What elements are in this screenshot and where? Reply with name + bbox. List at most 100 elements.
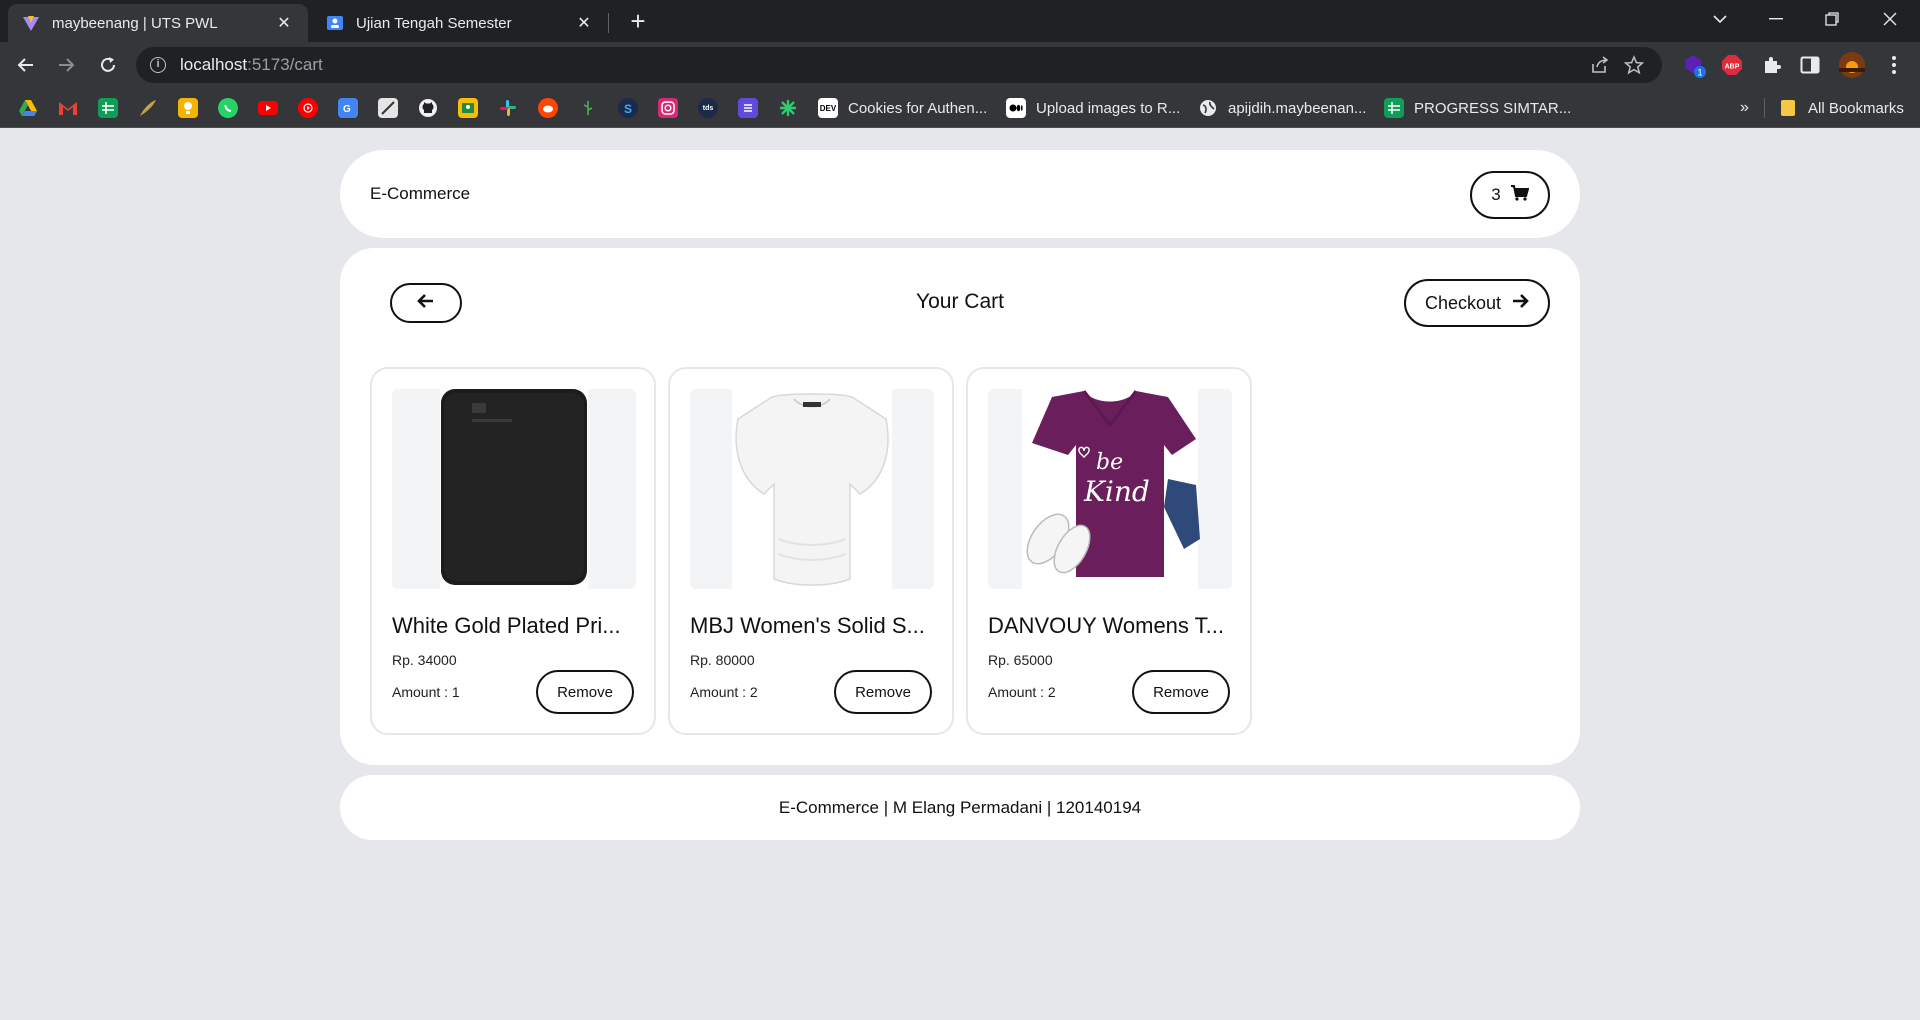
checkout-label: Checkout	[1424, 292, 1502, 313]
product-amount: Amount : 2	[988, 684, 1056, 700]
extensions-puzzle-icon[interactable]	[1758, 51, 1786, 79]
reload-icon[interactable]	[92, 49, 124, 81]
tab-close-icon[interactable]: ✕	[274, 13, 294, 33]
google-translate-icon[interactable]: G	[338, 98, 358, 118]
svg-text:G: G	[343, 104, 351, 115]
cart-item-card: be Kind DANVOUY Womens T... Rp. 65000 Am…	[966, 367, 1252, 735]
tab-active[interactable]: maybeenang | UTS PWL ✕	[8, 4, 308, 42]
app-header: E-Commerce 3	[340, 150, 1580, 238]
slack-icon[interactable]	[498, 98, 518, 118]
site-info-icon[interactable]: i	[150, 57, 166, 73]
all-bookmarks-label: All Bookmarks	[1808, 99, 1904, 117]
adblock-plus-icon[interactable]: ABP	[1718, 51, 1746, 79]
browser-tabstrip: maybeenang | UTS PWL ✕ Ujian Tengah Seme…	[0, 0, 1920, 42]
feather-icon[interactable]	[138, 98, 158, 118]
github-icon[interactable]	[418, 98, 438, 118]
bookmark-label: apijdih.maybeenan...	[1228, 99, 1367, 117]
minimize-icon[interactable]	[1748, 0, 1804, 38]
bookmark-label: Upload images to R...	[1036, 99, 1181, 117]
address-bar[interactable]: i localhost:5173/cart	[136, 47, 1662, 83]
tab-search-icon[interactable]	[1692, 0, 1748, 38]
product-image[interactable]	[690, 389, 934, 589]
app-footer: E-Commerce | M Elang Permadani | 1201401…	[340, 775, 1580, 840]
sheets-icon[interactable]	[98, 98, 118, 118]
google-drive-icon[interactable]	[18, 98, 38, 118]
cart-icon	[1510, 184, 1530, 206]
bookmark-label: Cookies for Authen...	[848, 99, 988, 117]
cart-count: 3	[1491, 185, 1501, 204]
youtube-icon[interactable]	[258, 98, 278, 118]
remove-button[interactable]: Remove	[834, 670, 932, 714]
remove-button[interactable]: Remove	[1132, 670, 1230, 714]
bookmark-label: PROGRESS SIMTAR...	[1414, 99, 1572, 117]
folder-icon	[1778, 98, 1798, 118]
bookmark-apijdih[interactable]: apijdih.maybeenan...	[1198, 98, 1366, 118]
side-panel-icon[interactable]	[1796, 51, 1824, 79]
adblock-label: ABP	[1725, 64, 1740, 71]
remove-button[interactable]: Remove	[536, 670, 634, 714]
extension-gem-icon[interactable]: 1	[1680, 51, 1708, 79]
svg-text:be: be	[1096, 450, 1123, 475]
back-nav-icon[interactable]	[10, 49, 42, 81]
medium-icon	[1006, 98, 1026, 118]
asterisk-icon[interactable]	[778, 98, 798, 118]
plant-icon[interactable]	[578, 98, 598, 118]
product-image[interactable]	[392, 389, 636, 589]
page-title: Your Cart	[916, 290, 1004, 313]
profile-avatar[interactable]	[1838, 51, 1866, 79]
reddit-icon[interactable]	[538, 98, 558, 118]
keep-icon[interactable]	[178, 98, 198, 118]
svg-text:Kind: Kind	[1083, 475, 1150, 508]
product-price: Rp. 80000	[690, 652, 755, 668]
classroom-icon[interactable]	[458, 98, 478, 118]
forms-icon[interactable]	[738, 98, 758, 118]
vite-favicon-icon	[22, 14, 40, 32]
bookmark-upload-images[interactable]: Upload images to R...	[1006, 98, 1180, 118]
tds-icon[interactable]: tds	[698, 98, 718, 118]
instagram-icon[interactable]	[658, 98, 678, 118]
url-host: localhost	[180, 55, 248, 74]
svg-text:S: S	[624, 102, 632, 115]
bookmarks-bar: G S tds DEV Cookies for Authen... Upload…	[0, 88, 1920, 128]
s-logo-icon[interactable]: S	[618, 98, 638, 118]
close-window-icon[interactable]	[1862, 0, 1918, 38]
sheets-icon	[1384, 98, 1404, 118]
arrow-right-icon	[1511, 293, 1529, 314]
product-image[interactable]: be Kind	[988, 389, 1232, 589]
gmail-icon[interactable]	[58, 98, 78, 118]
bookmark-progress[interactable]: PROGRESS SIMTAR...	[1384, 98, 1571, 118]
dev-icon: DEV	[818, 98, 838, 118]
url-path: :5173/cart	[247, 55, 323, 74]
cart-items-list: White Gold Plated Pri... Rp. 34000 Amoun…	[370, 367, 1252, 735]
extension-badge: 1	[1697, 68, 1702, 78]
cart-button[interactable]: 3	[1470, 171, 1550, 219]
product-name: MBJ Women's Solid S...	[690, 613, 925, 638]
bookmark-star-icon[interactable]	[1624, 47, 1644, 83]
restore-icon[interactable]	[1804, 0, 1860, 38]
tab-separator	[608, 13, 609, 33]
tab-close-icon[interactable]: ✕	[574, 13, 594, 33]
youtube-music-icon[interactable]	[298, 98, 318, 118]
bookmarks-overflow-icon[interactable]: »	[1740, 98, 1749, 118]
cart-item-card: MBJ Women's Solid S... Rp. 80000 Amount …	[668, 367, 954, 735]
bookmarks-divider	[1764, 98, 1765, 118]
whatsapp-icon[interactable]	[218, 98, 238, 118]
cart-panel: Your Cart Checkout White Gold Plated Pri…	[340, 248, 1580, 765]
product-amount: Amount : 2	[690, 684, 758, 700]
bookmark-cookies[interactable]: DEV Cookies for Authen...	[818, 98, 987, 118]
cart-item-card: White Gold Plated Pri... Rp. 34000 Amoun…	[370, 367, 656, 735]
news-icon[interactable]	[378, 98, 398, 118]
product-name: White Gold Plated Pri...	[392, 613, 621, 638]
checkout-button[interactable]: Checkout	[1404, 279, 1550, 327]
globe-icon	[1198, 98, 1218, 118]
forward-nav-icon[interactable]	[50, 49, 82, 81]
product-price: Rp. 65000	[988, 652, 1053, 668]
browser-menu-icon[interactable]	[1880, 51, 1908, 79]
share-icon[interactable]	[1590, 47, 1610, 83]
new-tab-icon[interactable]: +	[622, 6, 654, 38]
product-price: Rp. 34000	[392, 652, 457, 668]
brand-title[interactable]: E-Commerce	[370, 184, 470, 204]
tab-inactive[interactable]: Ujian Tengah Semester ✕	[312, 4, 608, 42]
all-bookmarks[interactable]: All Bookmarks	[1778, 98, 1904, 118]
product-amount: Amount : 1	[392, 684, 460, 700]
